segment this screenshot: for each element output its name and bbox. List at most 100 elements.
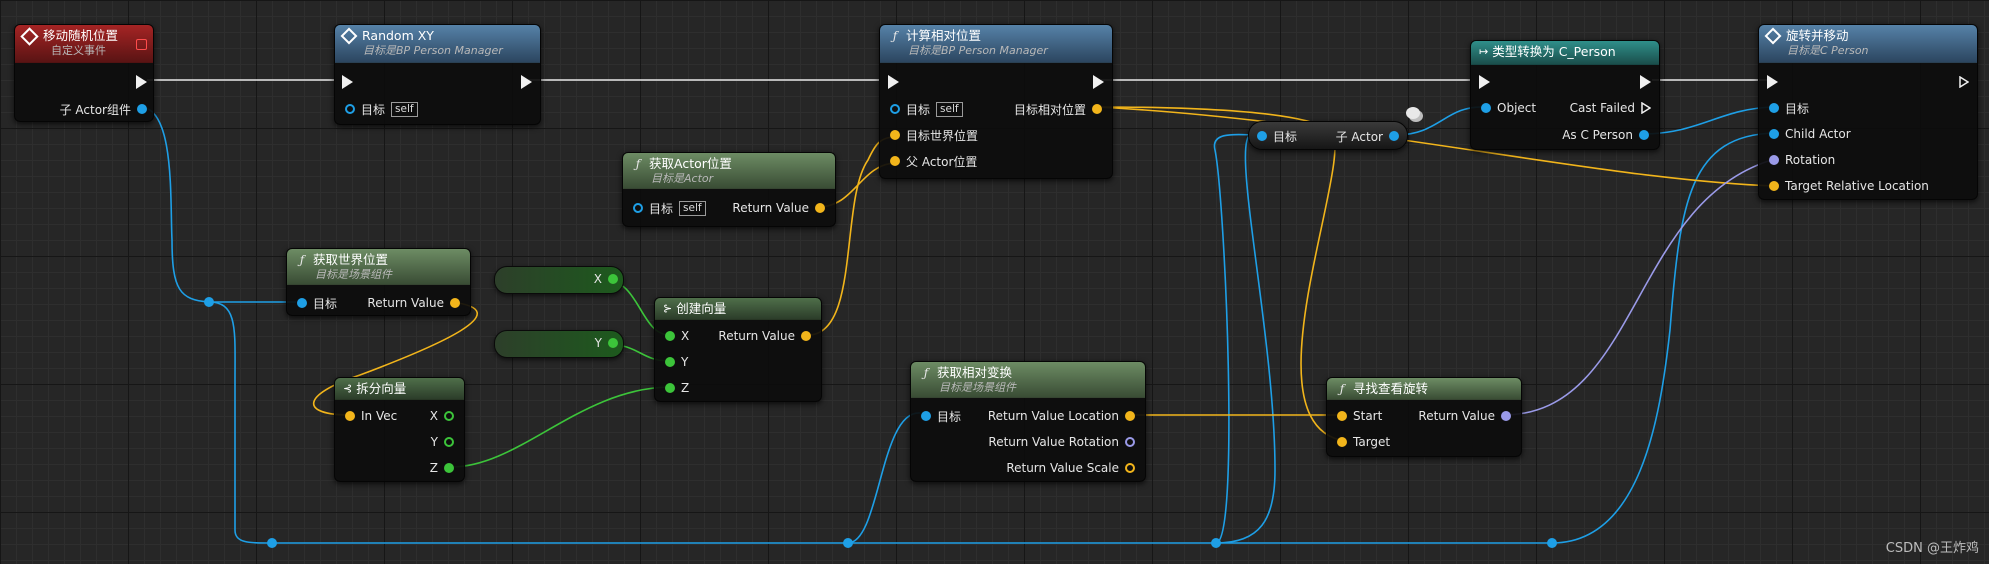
return-location-pin[interactable]: Return Value Location: [988, 408, 1135, 424]
exec-in-pin[interactable]: [888, 74, 899, 90]
get-world-location-node[interactable]: ƒ 获取世界位置 目标是场景组件 目标 Return Value: [286, 248, 471, 316]
rotation-pin[interactable]: Rotation: [1769, 152, 1835, 168]
target-pin[interactable]: 目标 self: [345, 101, 418, 117]
object-pin-dot: [1769, 103, 1779, 113]
literal-x-out-pin[interactable]: X: [594, 271, 618, 287]
float-pin-dot: [608, 274, 618, 284]
custom-event-node[interactable]: 移动随机位置 自定义事件 子 Actor组件: [14, 24, 154, 122]
start-pin[interactable]: Start: [1337, 408, 1382, 424]
float-literal-x[interactable]: X: [494, 266, 624, 294]
return-scale-pin[interactable]: Return Value Scale: [1006, 460, 1135, 476]
random-xy-node[interactable]: Random XY 目标是BP Person Manager 目标 self: [334, 24, 541, 125]
return-rotation-pin[interactable]: Return Value Rotation: [988, 434, 1135, 450]
target-pin[interactable]: 目标: [1769, 100, 1809, 116]
in-vec-pin[interactable]: In Vec: [345, 408, 397, 424]
rotator-pin-dot: [1501, 411, 1511, 421]
y-out-pin[interactable]: Y: [431, 434, 454, 450]
return-value-pin[interactable]: Return Value: [732, 200, 825, 216]
cast-to-c-person-node[interactable]: ↦ 类型转换为 C_Person Object Cast Failed As C …: [1470, 40, 1660, 150]
delegate-pin-icon[interactable]: [136, 39, 147, 50]
pin-label: X: [681, 329, 690, 343]
literal-y-out-pin[interactable]: Y: [595, 335, 618, 351]
vector-pin-dot: [1769, 181, 1779, 191]
y-in-pin[interactable]: Y: [665, 354, 688, 370]
cast-failed-pin[interactable]: Cast Failed: [1570, 100, 1651, 116]
find-look-at-rotation-node[interactable]: ƒ 寻找查看旋转 Start Return Value Target: [1326, 377, 1522, 457]
x-out-pin[interactable]: X: [430, 408, 454, 424]
float-pin-dot: [608, 338, 618, 348]
pin-label: Y: [430, 435, 438, 449]
pin-label: As C Person: [1562, 128, 1633, 142]
reroute-knot[interactable]: [1547, 538, 1557, 548]
pin-label: 目标: [649, 201, 674, 216]
node-subtitle: 目标是场景组件: [315, 268, 392, 281]
pin-label: 目标: [906, 102, 931, 117]
world-position-pin[interactable]: 目标世界位置: [890, 127, 978, 143]
float-literal-y[interactable]: Y: [494, 330, 624, 358]
get-child-actor-node[interactable]: 目标 子 Actor: [1248, 121, 1408, 150]
x-in-pin[interactable]: X: [665, 328, 689, 344]
exec-out-pin[interactable]: [521, 74, 532, 90]
self-default: self: [391, 101, 418, 117]
child-actor-component-pin[interactable]: 子 Actor组件: [60, 101, 147, 117]
function-icon: [1764, 27, 1782, 45]
return-value-pin[interactable]: Return Value: [367, 295, 460, 311]
target-pin[interactable]: 目标: [297, 295, 337, 311]
reroute-knot[interactable]: [204, 297, 214, 307]
object-pin-dot: [921, 411, 931, 421]
child-actor-pin[interactable]: Child Actor: [1769, 126, 1851, 142]
target-pin[interactable]: 目标: [1257, 128, 1297, 144]
function-icon: ƒ: [923, 366, 929, 380]
object-in-pin[interactable]: Object: [1481, 100, 1536, 116]
exec-out-pin[interactable]: [1093, 74, 1104, 90]
exec-in-pin[interactable]: [1767, 74, 1778, 90]
object-pin-dot: [1481, 103, 1491, 113]
make-vector-node[interactable]: ⊱ 创建向量 X Return Value Y Z: [654, 297, 822, 402]
get-relative-transform-node[interactable]: ƒ 获取相对变换 目标是场景组件 目标 Return Value Location…: [910, 361, 1146, 482]
exec-outline-icon: [1641, 102, 1651, 114]
return-value-pin[interactable]: Return Value: [718, 328, 811, 344]
break-vector-node[interactable]: ⊰ 拆分向量 In Vec X Y Z: [334, 377, 465, 482]
child-actor-out-pin[interactable]: 子 Actor: [1336, 128, 1399, 144]
target-pin[interactable]: 目标: [921, 408, 961, 424]
object-pin-dot: [1639, 130, 1649, 140]
target-relative-location-pin[interactable]: Target Relative Location: [1769, 178, 1929, 194]
break-struct-icon: ⊰: [343, 382, 353, 395]
z-out-pin[interactable]: Z: [430, 460, 454, 476]
cursor-icon: [1406, 107, 1420, 119]
object-pin-dot: [1389, 131, 1399, 141]
parent-position-pin[interactable]: 父 Actor位置: [890, 153, 977, 169]
vector-pin-dot: [801, 331, 811, 341]
reroute-knot[interactable]: [843, 538, 853, 548]
exec-arrow-icon: [1093, 75, 1104, 89]
exec-out-pin[interactable]: [1959, 74, 1969, 90]
target-pin[interactable]: Target: [1337, 434, 1390, 450]
target-pin[interactable]: 目标 self: [633, 200, 706, 216]
return-value-pin[interactable]: Return Value: [1418, 408, 1511, 424]
calc-relative-position-node[interactable]: ƒ 计算相对位置 目标是BP Person Manager 目标 self 目标相对…: [879, 24, 1113, 179]
watermark: CSDN @王炸鸡: [1885, 541, 1979, 556]
reroute-knot[interactable]: [1211, 538, 1221, 548]
target-pin[interactable]: 目标 self: [890, 101, 963, 117]
reroute-knot[interactable]: [267, 538, 277, 548]
pin-label: 目标: [313, 296, 338, 311]
function-icon: ƒ: [635, 157, 641, 171]
float-pin-dot: [444, 411, 454, 421]
node-title: 获取世界位置: [313, 252, 389, 267]
rotate-and-move-node[interactable]: 旋转并移动 目标是C Person 目标 Child Actor Rotatio…: [1758, 24, 1978, 200]
as-c-person-pin[interactable]: As C Person: [1562, 127, 1649, 143]
exec-out-pin[interactable]: [1640, 74, 1651, 90]
pin-label: X: [593, 272, 602, 286]
float-pin-dot: [665, 331, 675, 341]
exec-arrow-icon: [1479, 75, 1490, 89]
node-subtitle: 自定义事件: [51, 44, 106, 57]
exec-out-pin[interactable]: [136, 74, 147, 90]
relative-position-out-pin[interactable]: 目标相对位置: [1014, 101, 1102, 117]
get-actor-location-node[interactable]: ƒ 获取Actor位置 目标是Actor 目标 self Return Value: [622, 152, 836, 227]
rotator-pin-dot: [1769, 155, 1779, 165]
rotator-wires: [1502, 158, 1776, 416]
z-in-pin[interactable]: Z: [665, 380, 689, 396]
exec-in-pin[interactable]: [1479, 74, 1490, 90]
node-title: 创建向量: [676, 301, 727, 316]
exec-in-pin[interactable]: [342, 74, 353, 90]
